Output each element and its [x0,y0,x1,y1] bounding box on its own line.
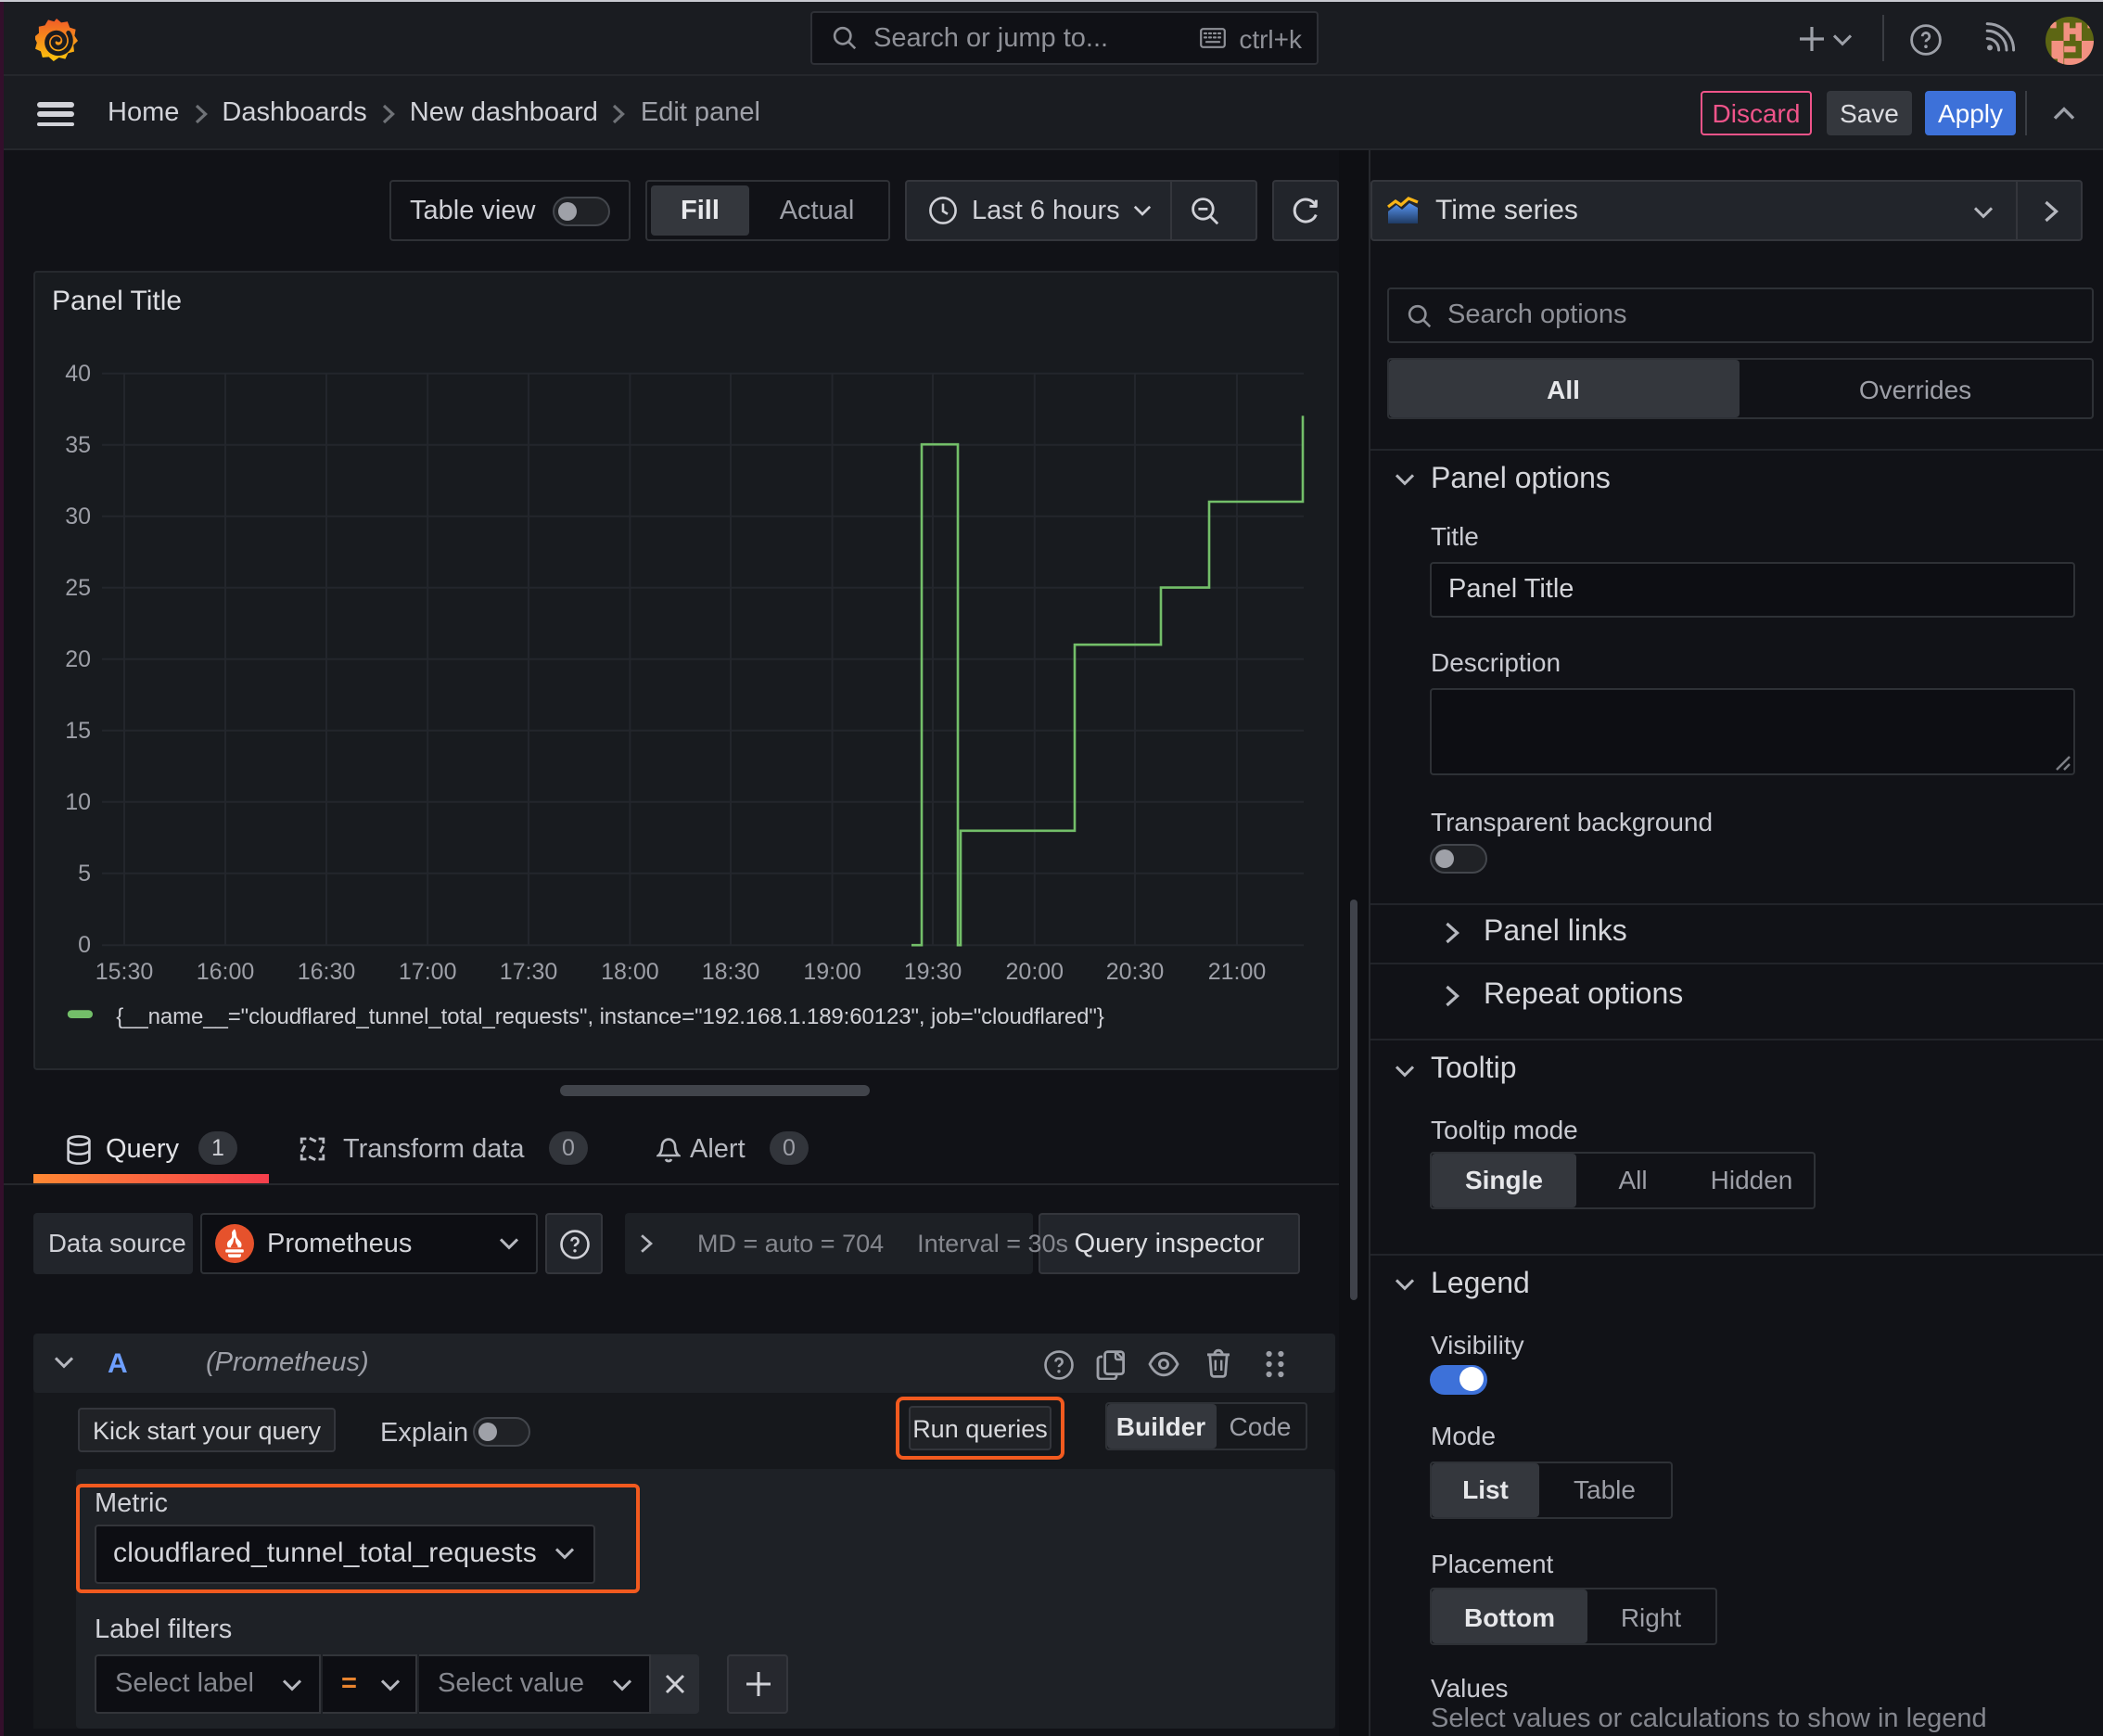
svg-text:{__name__="cloudflared_tunnel_: {__name__="cloudflared_tunnel_total_requ… [116,1004,1104,1029]
svg-text:20:30: 20:30 [1106,959,1165,985]
svg-text:20: 20 [65,646,91,672]
svg-text:21:00: 21:00 [1208,959,1267,985]
svg-text:25: 25 [65,575,91,601]
svg-text:10: 10 [65,789,91,815]
svg-text:16:00: 16:00 [197,959,255,985]
svg-text:19:00: 19:00 [803,959,861,985]
svg-text:19:30: 19:30 [904,959,962,985]
svg-text:16:30: 16:30 [298,959,356,985]
svg-text:15:30: 15:30 [96,959,154,985]
svg-text:35: 35 [65,432,91,458]
svg-text:18:30: 18:30 [702,959,760,985]
svg-text:5: 5 [78,861,91,887]
svg-text:40: 40 [65,361,91,387]
svg-text:17:00: 17:00 [399,959,457,985]
svg-text:18:00: 18:00 [601,959,659,985]
svg-text:15: 15 [65,718,91,744]
svg-text:20:00: 20:00 [1006,959,1064,985]
svg-text:0: 0 [78,932,91,958]
svg-text:30: 30 [65,504,91,530]
svg-text:17:30: 17:30 [500,959,558,985]
